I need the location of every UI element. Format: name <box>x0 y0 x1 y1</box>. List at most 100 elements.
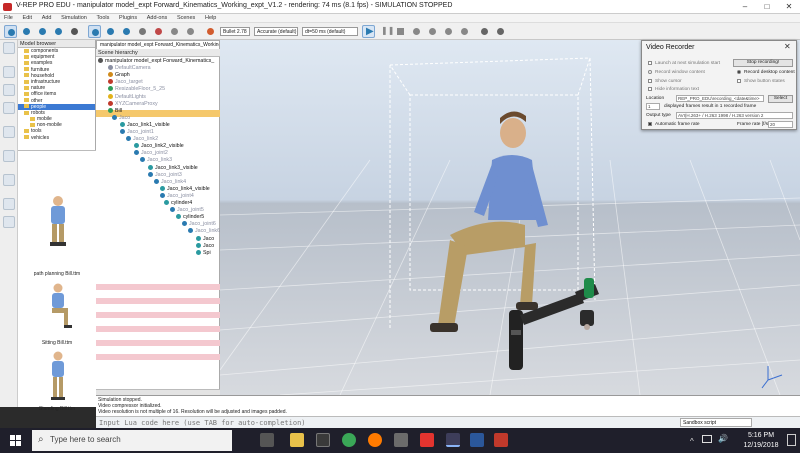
word-icon[interactable] <box>470 433 484 447</box>
hierarchy-item[interactable]: Bill <box>108 108 122 115</box>
slower-button[interactable] <box>426 25 439 38</box>
object-properties-button[interactable] <box>3 150 15 162</box>
hierarchy-item[interactable]: DefaultCamera <box>108 65 151 72</box>
redo-button[interactable] <box>184 25 197 38</box>
hierarchy-item[interactable]: Jaco_target <box>108 79 143 86</box>
taskbar-search-box[interactable]: ⌕ Type here to search <box>32 430 232 451</box>
script-select[interactable]: Sandbox script <box>680 418 752 427</box>
lua-input[interactable]: Input Lua code here (use TAB for auto-co… <box>99 419 306 427</box>
menu-plugins[interactable]: Plugins <box>115 14 141 22</box>
hierarchy-item[interactable]: DefaultLights <box>108 94 146 101</box>
hierarchy-item[interactable]: Jaco_link4 <box>154 179 186 186</box>
network-icon[interactable] <box>702 435 712 443</box>
camera-rotate-button[interactable] <box>20 25 33 38</box>
hierarchy-item[interactable]: Jaco_link1_visible <box>120 122 170 129</box>
model-tree-item[interactable]: vehicles <box>18 135 95 141</box>
hierarchy-item[interactable]: Jaco_joint6 <box>182 221 216 228</box>
clock-date[interactable]: 12/19/2018 <box>740 442 782 449</box>
camera-zoom-button[interactable] <box>52 25 65 38</box>
close-button[interactable]: ✕ <box>778 0 800 14</box>
show-buttons-checkbox[interactable] <box>737 79 741 83</box>
store-icon[interactable] <box>316 433 330 447</box>
hierarchy-item[interactable]: Jaco_joint2 <box>134 150 168 157</box>
camera-pan-button[interactable] <box>4 25 17 38</box>
calculation-modules-button[interactable] <box>3 174 15 186</box>
threaded-render-button[interactable] <box>458 25 471 38</box>
faster-button[interactable] <box>442 25 455 38</box>
maximize-button[interactable]: □ <box>756 0 778 14</box>
app-icon[interactable] <box>394 433 408 447</box>
undo-button[interactable] <box>168 25 181 38</box>
menu-simulation[interactable]: Simulation <box>57 14 91 22</box>
hierarchy-item[interactable]: ResizableFloor_5_25 <box>108 86 165 93</box>
realtime-button[interactable] <box>410 25 423 38</box>
accuracy-select[interactable]: Accurate (default) <box>254 27 298 36</box>
standing-bill-thumbnail[interactable] <box>44 351 72 403</box>
output-type-select[interactable]: AVI(H.263+ / H.263 1998 / H.263 version … <box>676 112 793 119</box>
scene-toggle-button[interactable] <box>478 25 491 38</box>
dynamics-toggle[interactable] <box>204 25 217 38</box>
hierarchy-item[interactable]: Jaco <box>196 243 214 250</box>
chrome-icon[interactable] <box>342 433 356 447</box>
camera-shift-button[interactable] <box>36 25 49 38</box>
video-recorder-button[interactable] <box>3 102 15 114</box>
frame-rate-field[interactable]: 20 <box>768 121 793 128</box>
acrobat-icon[interactable] <box>494 433 508 447</box>
launch-at-start-checkbox[interactable] <box>648 61 652 65</box>
layers-button[interactable] <box>3 84 15 96</box>
model-browser-toggle[interactable] <box>3 42 15 54</box>
hierarchy-item[interactable]: Jaco_joint4 <box>160 193 194 200</box>
timestep-select[interactable]: dt=50 ms (default) <box>302 27 358 36</box>
move-button[interactable] <box>104 25 117 38</box>
hierarchy-item[interactable]: Jaco_link2_visible <box>134 143 184 150</box>
bill-person[interactable] <box>430 111 548 332</box>
user-settings-button[interactable] <box>3 126 15 138</box>
engine-select[interactable]: Bullet 2.78 <box>220 27 250 36</box>
show-cursor-checkbox[interactable] <box>648 79 652 83</box>
hierarchy-item[interactable]: XYZCameraProxy <box>108 101 158 108</box>
record-desktop-radio[interactable] <box>737 70 741 74</box>
windows-start-icon[interactable] <box>10 435 21 446</box>
menu-scenes[interactable]: Scenes <box>173 14 199 22</box>
menu-file[interactable]: File <box>0 14 17 22</box>
minimize-button[interactable]: – <box>734 0 756 14</box>
firefox-icon[interactable] <box>368 433 382 447</box>
transfer-dna-button[interactable] <box>152 25 165 38</box>
menu-add[interactable]: Add <box>38 14 56 22</box>
hierarchy-item[interactable]: Jaco_link3_visible <box>148 165 198 172</box>
assemble-button[interactable] <box>136 25 149 38</box>
rotate-object-button[interactable] <box>120 25 133 38</box>
hierarchy-item[interactable]: Jaco_link2 <box>126 136 158 143</box>
menu-addons[interactable]: Add-ons <box>143 14 172 22</box>
scene-tab[interactable]: manipulator model_expt Forward_Kinematic… <box>96 40 220 49</box>
vrep-taskbar-icon[interactable] <box>446 433 460 447</box>
dialog-close-icon[interactable]: ✕ <box>784 42 791 51</box>
tray-chevron-icon[interactable]: ^ <box>690 437 694 446</box>
pause-simulation-button[interactable]: ❚❚ <box>378 25 394 38</box>
volume-icon[interactable]: 🔊 <box>718 434 728 443</box>
menu-help[interactable]: Help <box>201 14 220 22</box>
hierarchy-item[interactable]: Jaco_joint1 <box>120 129 154 136</box>
menu-edit[interactable]: Edit <box>19 14 36 22</box>
hierarchy-item[interactable]: Jaco <box>112 115 130 122</box>
hierarchy-item[interactable]: cylinder4 <box>164 200 192 207</box>
hierarchy-item[interactable]: Jaco_link4_visible <box>160 186 210 193</box>
hierarchy-item[interactable]: Spi <box>196 250 211 257</box>
start-simulation-button[interactable]: ▶ <box>362 25 375 38</box>
location-field[interactable]: REP_PRO_EDU\recording_<date&time> <box>676 95 764 102</box>
matlab-icon[interactable] <box>420 433 434 447</box>
sitting-bill-thumbnail[interactable] <box>40 283 76 331</box>
menu-tools[interactable]: Tools <box>93 14 114 22</box>
record-window-radio[interactable] <box>648 70 652 74</box>
hierarchy-item[interactable]: Jaco_link3 <box>140 157 172 164</box>
select-location-button[interactable]: Select <box>768 95 793 103</box>
scene-hierarchy-toggle[interactable] <box>3 66 15 78</box>
select-button[interactable] <box>88 25 101 38</box>
clock-time[interactable]: 5:16 PM <box>740 432 782 439</box>
task-view-icon[interactable] <box>260 433 274 447</box>
notifications-icon[interactable] <box>787 434 796 446</box>
path-planning-bill-thumbnail[interactable] <box>38 195 78 263</box>
hierarchy-item[interactable]: manipulator model_expt Forward_Kinematic… <box>98 58 214 65</box>
stop-recording-button[interactable]: Stop recording! <box>733 59 793 67</box>
hierarchy-item[interactable]: Graph <box>108 72 130 79</box>
